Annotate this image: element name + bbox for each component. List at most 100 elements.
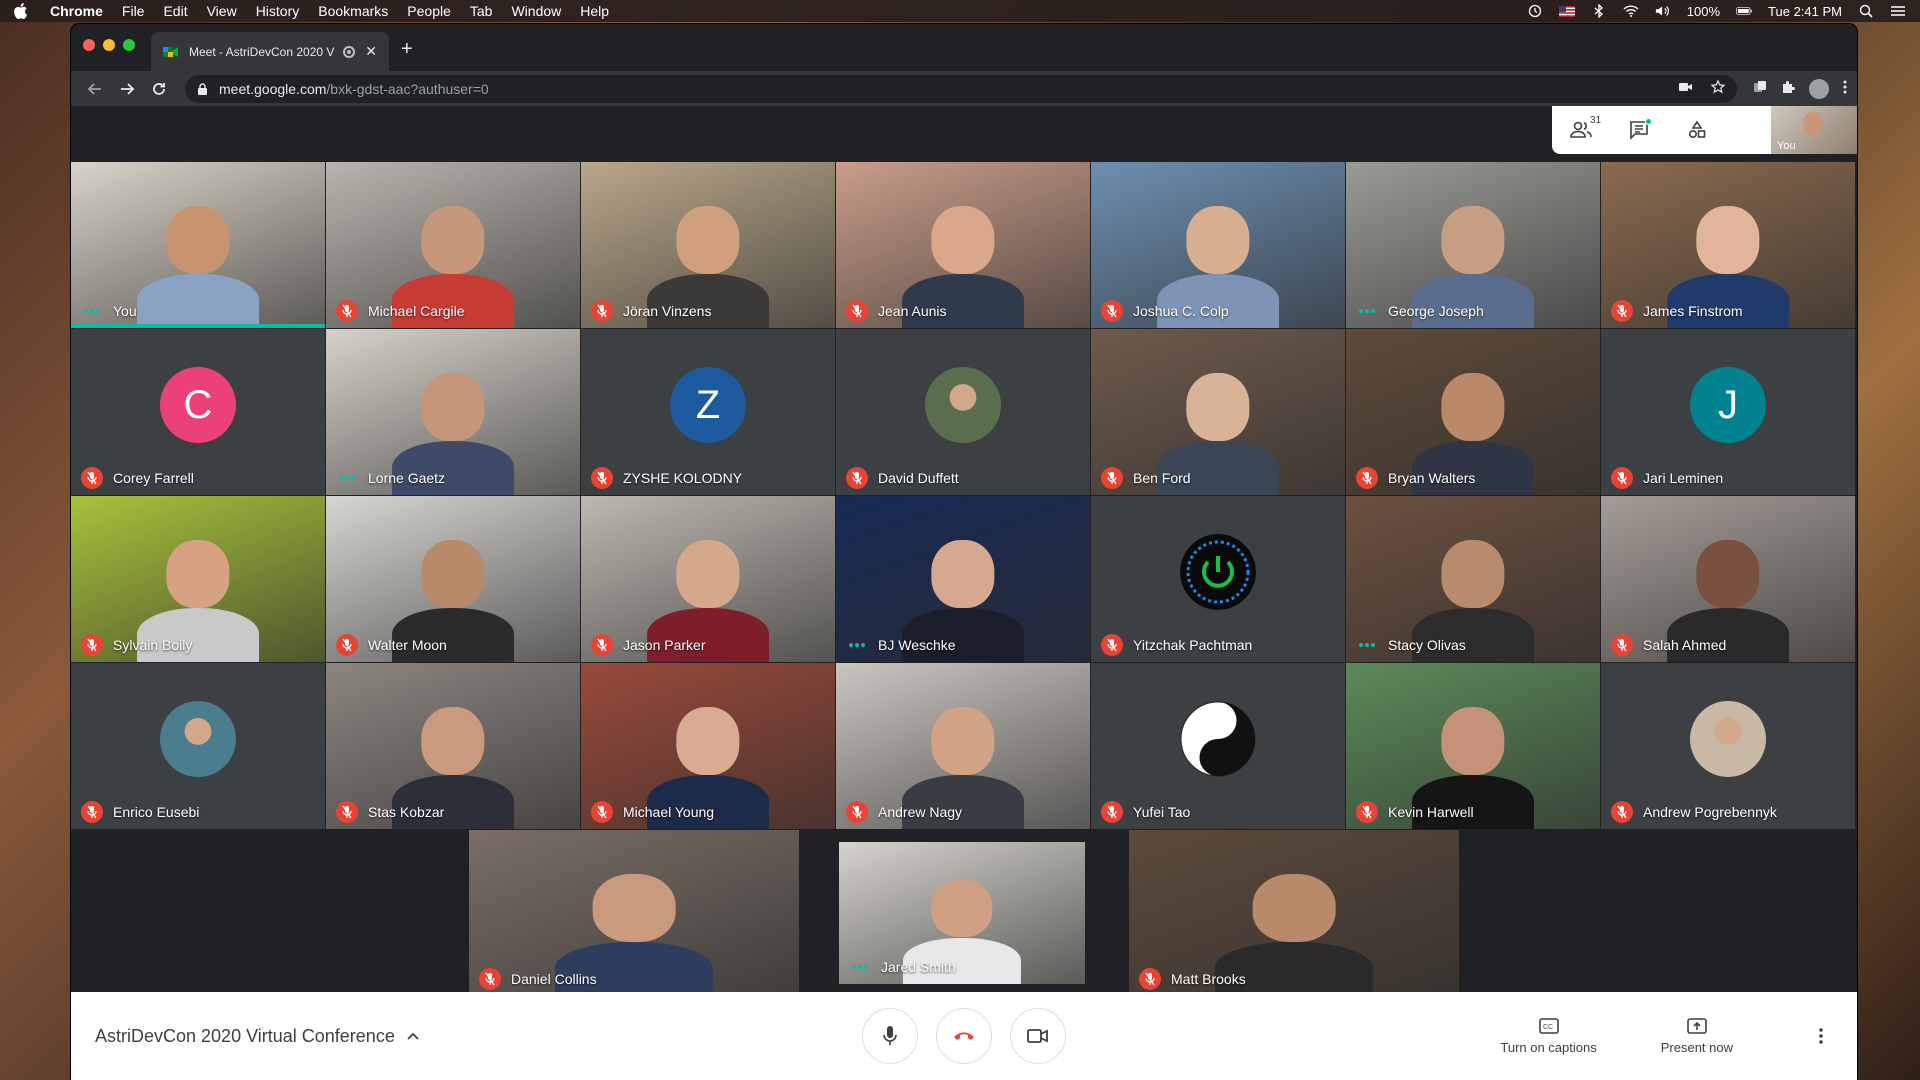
extension-icon[interactable]	[1753, 80, 1767, 97]
participant-tile-jari-leminen[interactable]: J Jari Leminen	[1601, 329, 1855, 495]
participant-tile-lorne-gaetz[interactable]: Lorne Gaetz	[326, 329, 580, 495]
menubar-clock[interactable]: Tue 2:41 PM	[1768, 4, 1842, 19]
menu-help[interactable]: Help	[580, 3, 609, 19]
participant-tile-salah-ahmed[interactable]: Salah Ahmed	[1601, 496, 1855, 662]
participant-name: James Finstrom	[1643, 303, 1743, 319]
mic-off-icon	[1101, 300, 1123, 322]
participant-tile-daniel-collins[interactable]: Daniel Collins	[469, 830, 799, 996]
participant-tile-enrico-eusebi[interactable]: Enrico Eusebi	[71, 663, 325, 829]
more-options-icon[interactable]	[1809, 1024, 1833, 1048]
control-center-icon[interactable]	[1890, 4, 1906, 18]
time-machine-icon[interactable]	[1527, 4, 1543, 18]
new-tab-icon[interactable]: +	[401, 38, 413, 61]
back-icon[interactable]	[81, 75, 109, 103]
reload-icon[interactable]	[145, 75, 173, 103]
captions-button[interactable]: CC Turn on captions	[1500, 1017, 1597, 1055]
participant-tile-yufei-tao[interactable]: Yufei Tao	[1091, 663, 1345, 829]
participant-tile-yitzchak-pachtman[interactable]: Yitzchak Pachtman	[1091, 496, 1345, 662]
participant-tile-james-finstrom[interactable]: James Finstrom	[1601, 162, 1855, 328]
participants-button[interactable]: 31	[1552, 106, 1610, 154]
activities-button[interactable]	[1668, 106, 1726, 154]
meet-top-controls: 31 You	[1552, 106, 1857, 154]
present-label: Present now	[1660, 1039, 1733, 1055]
participant-face	[592, 874, 676, 942]
menu-history[interactable]: History	[256, 3, 300, 19]
wifi-icon[interactable]	[1623, 4, 1639, 18]
participant-tile-jean-aunis[interactable]: Jean Aunis	[836, 162, 1090, 328]
chat-button[interactable]	[1610, 106, 1668, 154]
meeting-title: AstriDevCon 2020 Virtual Conference	[95, 1025, 395, 1046]
mic-off-icon	[1139, 968, 1161, 990]
present-button[interactable]: Present now	[1660, 1017, 1733, 1055]
meeting-details-button[interactable]: AstriDevCon 2020 Virtual Conference	[95, 1026, 419, 1047]
menu-people[interactable]: People	[407, 3, 451, 19]
volume-icon[interactable]	[1655, 4, 1671, 18]
close-tab-icon[interactable]: ✕	[365, 43, 377, 60]
spotlight-search-icon[interactable]	[1858, 4, 1874, 18]
tab-meet[interactable]: Meet - AstriDevCon 2020 V ✕	[151, 32, 389, 71]
camera-button[interactable]	[1010, 1008, 1066, 1064]
avatar-letter: Z	[670, 367, 746, 444]
flag-us-icon[interactable]	[1558, 4, 1575, 18]
mic-off-icon	[591, 467, 613, 489]
participant-face	[1252, 874, 1336, 942]
avatar-photo	[925, 367, 1001, 444]
microphone-button[interactable]	[862, 1008, 918, 1064]
battery-icon[interactable]	[1736, 4, 1752, 18]
address-bar[interactable]: meet.google.com/bxk-gdst-aac?authuser=0	[185, 74, 1737, 103]
leave-call-button[interactable]	[936, 1008, 992, 1064]
minimize-window-button[interactable]	[103, 39, 115, 51]
menu-view[interactable]: View	[207, 3, 237, 19]
participant-name: Lorne Gaetz	[368, 470, 446, 486]
shapes-icon	[1688, 120, 1706, 139]
participant-name: Stas Kobzar	[368, 804, 445, 820]
mic-off-icon	[846, 467, 868, 489]
menu-edit[interactable]: Edit	[163, 3, 187, 19]
participant-tile-andrew-pogrebennyk[interactable]: Andrew Pogrebennyk	[1601, 663, 1855, 829]
participant-tile-joshua-c-colp[interactable]: Joshua C. Colp	[1091, 162, 1345, 328]
participant-name-label: Walter Moon	[336, 634, 447, 656]
participant-tile-bj-weschke[interactable]: BJ Weschke	[836, 496, 1090, 662]
menu-window[interactable]: Window	[511, 3, 561, 19]
participant-tile-jason-parker[interactable]: Jason Parker	[581, 496, 835, 662]
forward-icon[interactable]	[113, 75, 141, 103]
apple-icon[interactable]	[14, 3, 30, 19]
participant-name: Jean Aunis	[878, 303, 947, 319]
participant-tile-jared-smith[interactable]: Jared Smith	[839, 842, 1085, 984]
participant-tile-michael-cargile[interactable]: Michael Cargile	[326, 162, 580, 328]
participant-tile-corey-farrell[interactable]: C Corey Farrell	[71, 329, 325, 495]
chrome-menu-icon[interactable]	[1843, 80, 1847, 97]
zoom-window-button[interactable]	[123, 39, 135, 51]
self-view-thumbnail[interactable]: You	[1771, 106, 1857, 154]
close-window-button[interactable]	[83, 39, 95, 51]
participant-tile-bryan-walters[interactable]: Bryan Walters	[1346, 329, 1600, 495]
participant-tile-sylvain-boily[interactable]: Sylvain Boily	[71, 496, 325, 662]
participant-tile-walter-moon[interactable]: Walter Moon	[326, 496, 580, 662]
camera-in-use-icon[interactable]	[1679, 80, 1693, 97]
menu-tab[interactable]: Tab	[470, 3, 493, 19]
bluetooth-icon[interactable]	[1591, 4, 1607, 18]
participant-tile-michael-young[interactable]: Michael Young	[581, 663, 835, 829]
participant-tile-andrew-nagy[interactable]: Andrew Nagy	[836, 663, 1090, 829]
participant-tile-david-duffett[interactable]: David Duffett	[836, 329, 1090, 495]
lock-icon[interactable]	[197, 82, 209, 95]
participant-name-label: David Duffett	[846, 467, 959, 489]
participant-tile-zyshe-kolodny[interactable]: Z ZYSHE KOLODNY	[581, 329, 835, 495]
mic-off-icon	[846, 300, 868, 322]
participant-tile-stacy-olivas[interactable]: Stacy Olivas	[1346, 496, 1600, 662]
participant-name-label: James Finstrom	[1611, 300, 1743, 322]
bookmark-star-icon[interactable]	[1710, 79, 1726, 97]
participant-tile-ben-ford[interactable]: Ben Ford	[1091, 329, 1345, 495]
participant-tile-j-ran-vinzens[interactable]: Jöran Vinzens	[581, 162, 835, 328]
menu-app-chrome[interactable]: Chrome	[50, 3, 103, 19]
extensions-puzzle-icon[interactable]	[1781, 80, 1795, 97]
participant-tile-kevin-harwell[interactable]: Kevin Harwell	[1346, 663, 1600, 829]
participant-tile-matt-brooks[interactable]: Matt Brooks	[1129, 830, 1459, 996]
participant-tile-stas-kobzar[interactable]: Stas Kobzar	[326, 663, 580, 829]
participant-tile-you[interactable]: You	[71, 162, 325, 328]
meet-right-controls: CC Turn on captions Present now	[1500, 1017, 1833, 1055]
menu-file[interactable]: File	[122, 3, 145, 19]
participant-tile-george-joseph[interactable]: George Joseph	[1346, 162, 1600, 328]
menu-bookmarks[interactable]: Bookmarks	[318, 3, 388, 19]
profile-avatar[interactable]	[1809, 78, 1829, 99]
